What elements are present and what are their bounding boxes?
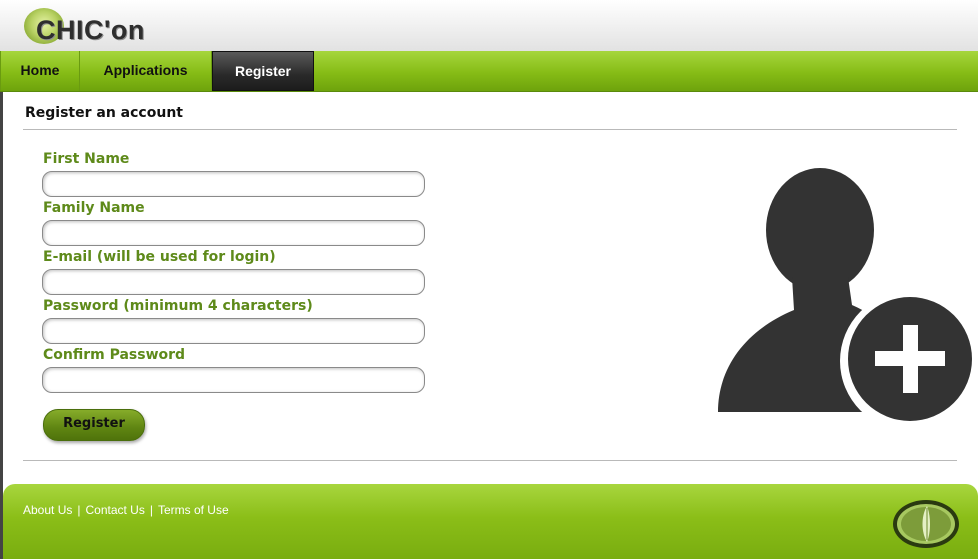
logo-text: CHIC'on [36, 15, 145, 45]
password-label: Password (minimum 4 characters) [43, 298, 313, 314]
footer-separator: | [77, 503, 81, 517]
nav-item-register[interactable]: Register [212, 51, 314, 91]
divider [23, 460, 957, 461]
first-name-label: First Name [43, 151, 130, 167]
add-user-icon [718, 168, 976, 427]
footer-link-about[interactable]: About Us [23, 503, 72, 517]
first-name-field[interactable] [42, 171, 425, 197]
footer-link-terms[interactable]: Terms of Use [158, 503, 229, 517]
nav-item-home[interactable]: Home [0, 51, 80, 91]
password-field[interactable] [42, 318, 425, 344]
frame-border [0, 92, 3, 559]
confirm-password-label: Confirm Password [43, 347, 186, 363]
main-nav: Home Applications Register [0, 51, 978, 92]
site-logo[interactable]: CHIC'on [24, 8, 164, 46]
family-name-label: Family Name [43, 200, 145, 216]
family-name-field[interactable] [42, 220, 425, 246]
email-label: E-mail (will be used for login) [43, 249, 276, 265]
confirm-password-field[interactable] [42, 367, 425, 393]
site-footer: About Us | Contact Us | Terms of Use [3, 484, 978, 559]
footer-separator: | [149, 503, 153, 517]
site-header: CHIC'on [0, 0, 978, 51]
leaf-logo-icon [893, 500, 959, 548]
footer-link-contact[interactable]: Contact Us [85, 503, 144, 517]
nav-item-applications[interactable]: Applications [80, 51, 212, 91]
email-field[interactable] [42, 269, 425, 295]
register-button[interactable]: Register [43, 409, 145, 441]
divider [23, 129, 957, 130]
footer-links: About Us | Contact Us | Terms of Use [23, 503, 229, 517]
page-title: Register an account [25, 105, 183, 121]
